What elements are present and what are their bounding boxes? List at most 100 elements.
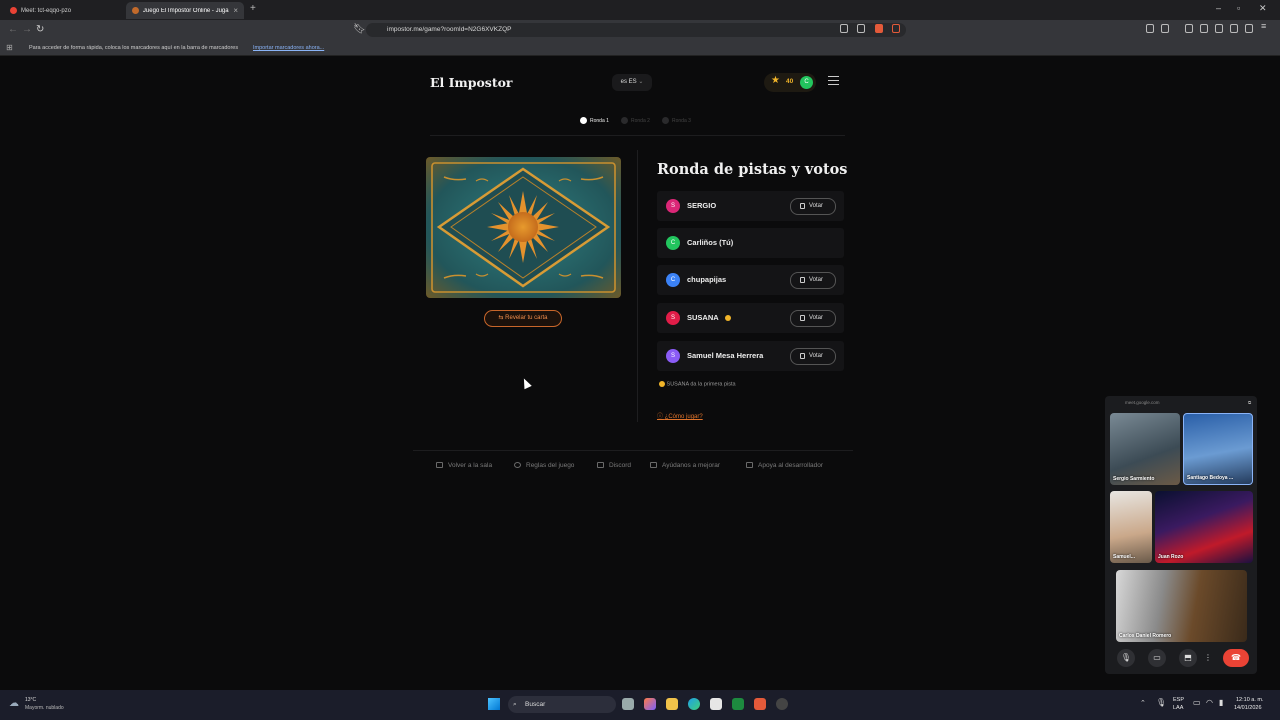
input-layout[interactable]: LAA	[1173, 705, 1183, 711]
player-name-text: SUSANA	[687, 313, 719, 322]
camera-icon[interactable]: ▭	[1148, 649, 1166, 667]
taskbar-search[interactable]: ⌕ Buscar	[508, 696, 616, 713]
round-label: Ronda 2	[631, 117, 650, 124]
discord-link[interactable]: Discord	[597, 462, 631, 469]
ballot-icon	[800, 277, 805, 283]
screenshot-icon[interactable]	[1215, 24, 1223, 33]
chevron-up-icon[interactable]: ⌃	[1140, 699, 1146, 707]
participant-name: Carlos Daniel Romero	[1119, 633, 1172, 639]
edge-icon[interactable]	[688, 698, 700, 710]
forward-icon[interactable]: →	[22, 24, 32, 35]
battery-icon[interactable]: ▮	[1219, 698, 1223, 707]
chevron-down-icon: ⌄	[638, 79, 644, 85]
info-icon	[514, 462, 521, 469]
vpn-icon[interactable]	[1245, 24, 1253, 33]
points-badge[interactable]: ★ 40 C	[764, 73, 816, 92]
end-call-icon[interactable]: ☎	[1223, 649, 1249, 667]
vote-button[interactable]: Votar	[790, 272, 836, 289]
participant-name: Samuel...	[1113, 554, 1135, 560]
microphone-icon[interactable]: 🎙︎	[1156, 698, 1166, 707]
share-icon[interactable]	[857, 24, 865, 33]
weather-icon[interactable]: ☁	[9, 698, 19, 709]
extensions-icon[interactable]	[1146, 24, 1154, 33]
info-icon: ⓘ	[657, 414, 664, 420]
maximize-icon[interactable]: ▫	[1237, 3, 1240, 13]
tab-meet[interactable]: Meet: tct-eqqo-pzo	[4, 2, 122, 19]
turn-hint-text: SUSANA da la primera pista	[666, 381, 736, 388]
player-name: Carliños (Tú)	[687, 238, 734, 247]
player-avatar: S	[666, 349, 680, 363]
game-card-back[interactable]	[426, 157, 621, 298]
how-to-play-link[interactable]: ⓘ ¿Cómo jugar?	[657, 411, 703, 420]
round-step-3: Ronda 3	[662, 117, 691, 124]
participant-tile[interactable]: Sergio Sarmiento	[1110, 413, 1180, 485]
close-tab-icon[interactable]: ×	[233, 6, 238, 15]
vote-button[interactable]: Votar	[790, 348, 836, 365]
feedback-link[interactable]: Ayúdanos a mejorar	[650, 462, 720, 469]
more-options-icon[interactable]: ⋮	[1203, 649, 1213, 667]
close-window-icon[interactable]: ✕	[1259, 3, 1267, 14]
input-language[interactable]: ESP	[1173, 697, 1184, 703]
mic-icon[interactable]: 🎙︎	[1117, 649, 1135, 667]
rewards-icon[interactable]	[892, 24, 900, 33]
participant-tile[interactable]: Samuel...	[1110, 491, 1152, 563]
language-selector[interactable]: es ES ⌄	[612, 74, 652, 91]
profile-icon[interactable]	[1230, 24, 1238, 33]
file-explorer-icon[interactable]	[666, 698, 678, 710]
chrome-icon[interactable]	[776, 698, 788, 710]
url-text: impostor.me/game?roomId=N2G6XVKZQP	[387, 26, 512, 33]
back-to-tab-icon[interactable]: ⧉	[1248, 396, 1251, 409]
minimize-icon[interactable]: –	[1216, 3, 1221, 13]
cast-icon[interactable]	[840, 24, 848, 33]
coffee-icon	[746, 462, 753, 469]
sidebar-icon[interactable]	[1200, 24, 1208, 33]
turn-coin-icon	[724, 315, 731, 322]
participant-name: Juan Rozo	[1158, 554, 1184, 560]
site-title[interactable]: El Impostor	[430, 75, 513, 90]
apps-icon[interactable]: ⊞	[6, 40, 13, 56]
bookmark-icon[interactable]: 🔖︎	[353, 24, 366, 35]
back-to-room-link[interactable]: Volver a la sala	[436, 462, 492, 469]
copilot-icon[interactable]	[644, 698, 656, 710]
reload-icon[interactable]: ↻	[36, 24, 44, 35]
vote-button[interactable]: Votar	[790, 310, 836, 327]
windows-start-icon[interactable]	[488, 698, 500, 710]
participant-tile-speaking[interactable]: Santiago Bedoya ...	[1183, 413, 1253, 485]
clock-date[interactable]: 14/01/2026	[1234, 705, 1262, 711]
brave-icon[interactable]	[754, 698, 766, 710]
browser-menu-icon[interactable]: ≡	[1261, 21, 1269, 33]
store-icon[interactable]	[710, 698, 722, 710]
task-view-icon[interactable]	[622, 698, 634, 710]
new-tab-button[interactable]: +	[250, 3, 256, 14]
language-prefix: es	[620, 79, 627, 85]
meet-pip-window[interactable]: meet.google.com ⧉ Sergio Sarmiento Santi…	[1105, 396, 1257, 674]
exit-icon	[436, 462, 443, 469]
excel-icon[interactable]	[732, 698, 744, 710]
brave-shield-icon[interactable]	[875, 24, 883, 33]
participant-name: Sergio Sarmiento	[1113, 476, 1155, 482]
address-bar[interactable]: impostor.me/game?roomId=N2G6XVKZQP	[366, 23, 906, 37]
present-icon[interactable]: ⬒	[1179, 649, 1197, 667]
game-rules-link[interactable]: Reglas del juego	[514, 462, 574, 469]
participant-tile[interactable]: Juan Rozo	[1155, 491, 1253, 563]
tab-title: Juego El Impostor Online - Jugar	[142, 7, 230, 14]
tab-title: Meet: tct-eqqo-pzo	[21, 7, 72, 14]
participant-tile[interactable]: Carlos Daniel Romero	[1116, 570, 1247, 642]
reveal-card-button[interactable]: ⇆ Revelar tu carta	[484, 310, 562, 327]
monitor-icon[interactable]: ▭	[1193, 698, 1201, 707]
round-step-1: Ronda 1	[580, 117, 609, 124]
wallet-icon[interactable]	[1161, 24, 1169, 33]
wifi-icon[interactable]: ◠	[1206, 698, 1213, 707]
player-avatar: C	[666, 236, 680, 250]
hamburger-menu-icon[interactable]	[828, 76, 839, 87]
support-developer-link[interactable]: Apoya al desarrollador	[746, 462, 823, 469]
tab-impostor[interactable]: Juego El Impostor Online - Jugar ×	[126, 2, 244, 19]
vote-button[interactable]: Votar	[790, 198, 836, 215]
round-label: Ronda 3	[672, 117, 691, 124]
avatar[interactable]: C	[800, 76, 813, 89]
back-icon[interactable]: ←	[8, 24, 18, 35]
clock-time[interactable]: 12:10 a. m.	[1236, 697, 1264, 703]
discord-icon	[597, 462, 604, 469]
music-icon[interactable]	[1185, 24, 1193, 33]
import-bookmarks-link[interactable]: Importar marcadores ahora...	[253, 40, 324, 56]
